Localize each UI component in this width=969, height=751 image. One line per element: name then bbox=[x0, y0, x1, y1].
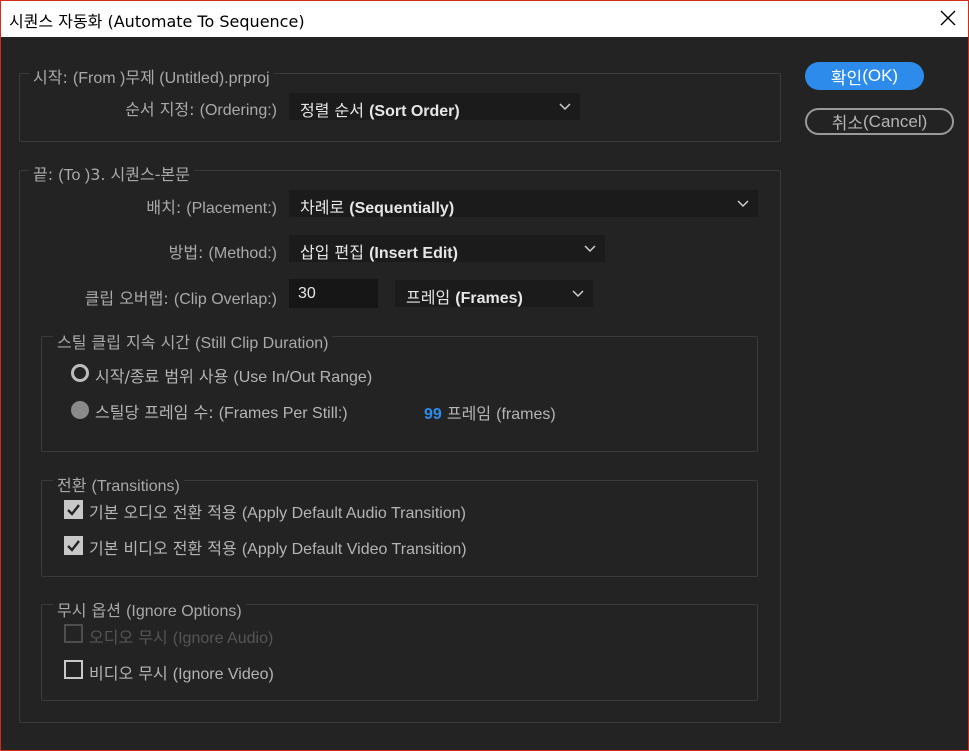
ignore-audio-checkbox[interactable] bbox=[64, 624, 83, 643]
ignore-video-ko: 비디오 무시 bbox=[89, 664, 173, 683]
ignore-video-en: (Ignore Video) bbox=[172, 666, 274, 683]
ok-label-en: (OK) bbox=[862, 66, 899, 85]
still-clip-label-ko: 스틸 클립 지속 시간 bbox=[57, 333, 196, 352]
video-transition-checkbox[interactable] bbox=[64, 536, 83, 555]
method-label: 방법: (Method:) bbox=[41, 239, 277, 263]
use-in-out-radio[interactable] bbox=[71, 364, 89, 382]
method-value-ko: 삽입 편집 bbox=[300, 243, 370, 262]
frames-unit-en: (frames) bbox=[496, 406, 556, 423]
ordering-value-ko: 정렬 순서 bbox=[300, 101, 370, 120]
to-label-en: (To ) bbox=[58, 167, 91, 184]
still-clip-group bbox=[41, 336, 758, 452]
still-clip-label-en: (Still Clip Duration) bbox=[195, 335, 329, 352]
transitions-label-en: (Transitions) bbox=[91, 478, 180, 495]
overlap-label-ko: 클립 오버랩: bbox=[84, 289, 174, 308]
overlap-unit-ko: 프레임 bbox=[406, 288, 456, 307]
dialog-window: 시퀀스 자동화 (Automate To Sequence) 시작: (From… bbox=[0, 0, 969, 751]
from-legend: 시작: (From )무제 (Untitled).prproj bbox=[29, 64, 274, 88]
frames-per-still-option[interactable]: 스틸당 프레임 수: (Frames Per Still:) bbox=[95, 399, 348, 423]
overlap-label-en: (Clip Overlap:) bbox=[173, 291, 277, 308]
cancel-label-en: (Cancel) bbox=[863, 111, 928, 131]
cancel-label-ko: 취소 bbox=[831, 114, 864, 134]
ordering-value-en: (Sort Order) bbox=[369, 103, 460, 120]
placement-label-ko: 배치: bbox=[146, 198, 187, 217]
method-label-ko: 방법: bbox=[168, 243, 209, 262]
ignore-video-option[interactable]: 비디오 무시 (Ignore Video) bbox=[89, 660, 274, 684]
from-source-ko: 무제 bbox=[125, 68, 155, 87]
dialog-content: 시작: (From )무제 (Untitled).prproj 순서 지정: (… bbox=[1, 37, 968, 750]
from-source-en: (Untitled).prproj bbox=[154, 70, 270, 87]
video-transition-option[interactable]: 기본 비디오 전환 적용 (Apply Default Video Transi… bbox=[89, 535, 467, 559]
method-select[interactable]: 삽입 편집 (Insert Edit) bbox=[289, 235, 605, 262]
ignore-video-checkbox[interactable] bbox=[64, 660, 83, 679]
ignore-audio-ko: 오디오 무시 bbox=[89, 628, 173, 647]
audio-transition-ko: 기본 오디오 전환 적용 bbox=[89, 503, 242, 522]
transitions-label-ko: 전환 bbox=[57, 476, 92, 495]
audio-transition-option[interactable]: 기본 오디오 전환 적용 (Apply Default Audio Transi… bbox=[89, 499, 466, 523]
ignore-label-ko: 무시 옵션 bbox=[57, 601, 127, 620]
to-target: 3. 시퀀스-본문 bbox=[90, 165, 190, 184]
title-bar: 시퀀스 자동화 (Automate To Sequence) bbox=[1, 1, 968, 37]
placement-label-en: (Placement:) bbox=[186, 200, 277, 217]
ordering-label: 순서 지정: (Ordering:) bbox=[41, 96, 277, 120]
video-transition-ko: 기본 비디오 전환 적용 bbox=[89, 539, 242, 558]
chevron-down-icon bbox=[737, 200, 749, 208]
frames-per-still-value: 99 프레임 (frames) bbox=[424, 400, 556, 424]
clip-overlap-label: 클립 오버랩: (Clip Overlap:) bbox=[31, 285, 277, 309]
ignore-legend: 무시 옵션 (Ignore Options) bbox=[53, 597, 246, 621]
use-in-out-en: (Use In/Out Range) bbox=[233, 369, 373, 386]
ordering-label-ko: 순서 지정: bbox=[125, 100, 200, 119]
cancel-button[interactable]: 취소 (Cancel) bbox=[805, 108, 954, 135]
checkmark-icon bbox=[67, 504, 80, 516]
still-clip-legend: 스틸 클립 지속 시간 (Still Clip Duration) bbox=[53, 329, 333, 353]
placement-select[interactable]: 차례로 (Sequentially) bbox=[289, 190, 758, 217]
to-label-ko: 끝: bbox=[33, 165, 59, 184]
method-label-en: (Method:) bbox=[208, 245, 277, 262]
close-button[interactable] bbox=[934, 4, 962, 32]
overlap-unit-en: (Frames) bbox=[455, 290, 523, 307]
ordering-select[interactable]: 정렬 순서 (Sort Order) bbox=[289, 93, 580, 120]
ignore-label-en: (Ignore Options) bbox=[126, 603, 242, 620]
audio-transition-en: (Apply Default Audio Transition) bbox=[241, 505, 466, 522]
frames-value[interactable]: 99 bbox=[424, 406, 442, 423]
clip-overlap-input[interactable]: 30 bbox=[289, 279, 378, 308]
use-in-out-ko: 시작/종료 범위 사용 bbox=[95, 367, 234, 386]
ignore-audio-en: (Ignore Audio) bbox=[172, 630, 274, 647]
use-in-out-option[interactable]: 시작/종료 범위 사용 (Use In/Out Range) bbox=[95, 363, 372, 387]
chevron-down-icon bbox=[572, 290, 584, 298]
chevron-down-icon bbox=[584, 245, 596, 253]
chevron-down-icon bbox=[559, 103, 571, 111]
ok-button[interactable]: 확인 (OK) bbox=[805, 62, 924, 90]
placement-value-en: (Sequentially) bbox=[349, 200, 455, 217]
per-still-ko: 스틸당 프레임 수: bbox=[95, 403, 219, 422]
frames-unit-ko: 프레임 bbox=[441, 404, 497, 423]
frames-per-still-radio[interactable] bbox=[71, 401, 89, 419]
video-transition-en: (Apply Default Video Transition) bbox=[241, 541, 467, 558]
per-still-en: (Frames Per Still:) bbox=[218, 405, 348, 422]
method-value-en: (Insert Edit) bbox=[369, 245, 458, 262]
transitions-legend: 전환 (Transitions) bbox=[53, 472, 184, 496]
from-label-en: (From ) bbox=[72, 70, 126, 87]
placement-label: 배치: (Placement:) bbox=[41, 194, 277, 218]
ok-label-ko: 확인 bbox=[830, 68, 863, 89]
ignore-audio-option[interactable]: 오디오 무시 (Ignore Audio) bbox=[89, 624, 273, 648]
from-label-ko: 시작: bbox=[33, 68, 73, 87]
ordering-label-en: (Ordering:) bbox=[199, 102, 277, 119]
audio-transition-checkbox[interactable] bbox=[64, 500, 83, 519]
window-title: 시퀀스 자동화 (Automate To Sequence) bbox=[9, 12, 305, 31]
to-legend: 끝: (To )3. 시퀀스-본문 bbox=[29, 161, 194, 185]
overlap-unit-select[interactable]: 프레임 (Frames) bbox=[395, 280, 593, 307]
placement-value-ko: 차례로 bbox=[300, 198, 350, 217]
checkmark-icon bbox=[67, 540, 80, 552]
close-icon bbox=[940, 10, 956, 26]
